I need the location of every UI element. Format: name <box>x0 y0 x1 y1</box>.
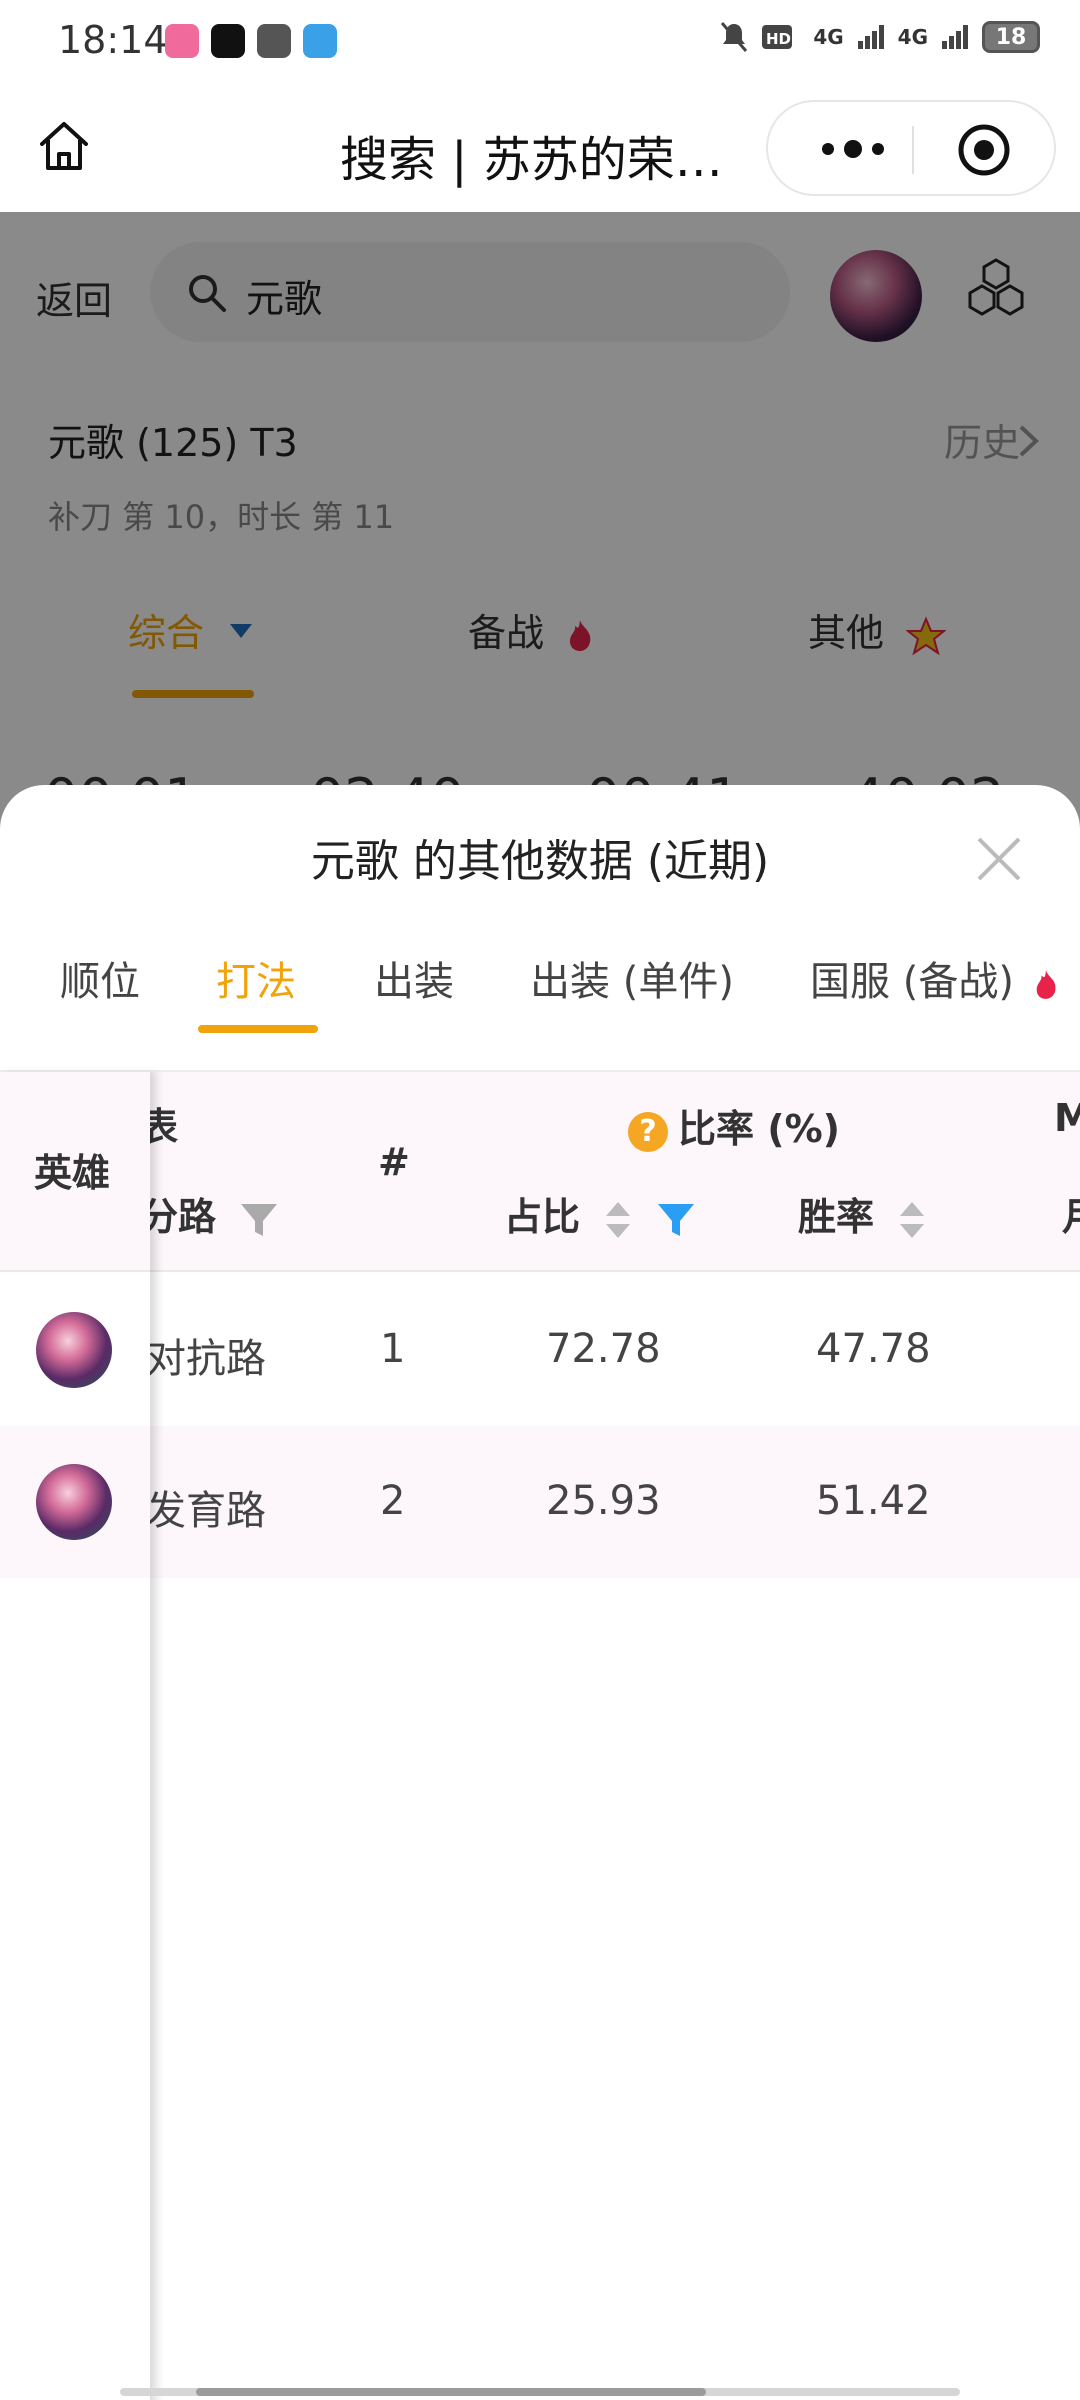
sheet-title: 元歌 的其他数据 (近期) <box>310 836 770 887</box>
filter-active-icon[interactable] <box>656 1201 696 1239</box>
frozen-row[interactable] <box>0 1274 150 1426</box>
header-winrate-label: 胜率 <box>798 1195 875 1239</box>
header-hero: 英雄 <box>34 1151 111 1195</box>
tab-build[interactable]: 出装 <box>374 949 454 1007</box>
cell-lane: 对抗路 <box>146 1336 266 1382</box>
filter-icon[interactable] <box>239 1201 279 1239</box>
signal-icon-1 <box>857 25 884 49</box>
cell-share: 25.93 <box>546 1478 661 1524</box>
cell-rank: 1 <box>380 1326 406 1372</box>
cell-rank: 2 <box>380 1478 406 1524</box>
help-icon[interactable]: ? <box>628 1111 668 1152</box>
sheet-tabs: 顺位 打法 出装 出装 (单件) 国服 (备战) <box>0 945 1080 1035</box>
frozen-row[interactable] <box>0 1426 150 1578</box>
scrollbar-thumb[interactable] <box>196 2388 706 2396</box>
active-tab-underline <box>198 1025 318 1033</box>
cell-share: 72.78 <box>546 1326 661 1372</box>
nav-bar: 搜索 | 苏苏的荣… <box>0 82 1080 212</box>
playstyle-table: 表 分路 # ?比率 (%) 占比 胜率 M 月 对抗路 1 <box>0 1070 1080 2400</box>
hd-icon: HD <box>762 25 793 49</box>
header-clipped-bottom: 月 <box>1062 1186 1080 1241</box>
battery-icon: 18 <box>982 21 1040 53</box>
app-notification-icon <box>165 24 199 58</box>
tiktok-notification-icon <box>211 24 245 58</box>
header-rate-group: ? 比率 (%) <box>628 1098 840 1153</box>
close-mini-program-icon[interactable] <box>956 122 1012 178</box>
network-label-2: 4G <box>897 25 928 49</box>
tab-national-prep-label: 国服 (备战) <box>810 959 1014 1005</box>
cell-lane: 发育路 <box>146 1488 266 1534</box>
cell-winrate: 47.78 <box>816 1326 931 1372</box>
page-title: 搜索 | 苏苏的荣… <box>340 132 723 188</box>
message-notification-icon <box>257 24 291 58</box>
tab-national-prep[interactable]: 国服 (备战) <box>810 949 1059 1007</box>
send-notification-icon <box>303 24 337 58</box>
sort-icon[interactable] <box>603 1199 633 1241</box>
tab-build-single[interactable]: 出装 (单件) <box>530 949 734 1007</box>
mini-program-capsule <box>766 100 1056 196</box>
status-bar: 18:14 HD 4G 4G 18 <box>0 0 1080 82</box>
tab-ranking[interactable]: 顺位 <box>60 949 140 1007</box>
hero-avatar <box>36 1312 112 1388</box>
network-label-1: 4G <box>813 25 844 49</box>
sort-icon[interactable] <box>897 1199 927 1241</box>
frozen-header: 英雄 <box>0 1072 150 1272</box>
hero-avatar <box>36 1464 112 1540</box>
frozen-hero-column: 英雄 <box>0 1072 150 2400</box>
more-icon[interactable] <box>808 124 898 174</box>
signal-icon-2 <box>942 25 968 49</box>
tab-playstyle[interactable]: 打法 <box>216 949 296 1007</box>
header-rank: # <box>378 1140 410 1184</box>
header-rate-label: 比率 (%) <box>678 1107 841 1151</box>
status-time: 18:14 <box>58 18 168 62</box>
notification-icons <box>165 24 337 58</box>
flame-icon <box>1036 970 1056 999</box>
svg-text:HD: HD <box>766 30 791 48</box>
home-icon[interactable] <box>34 116 94 176</box>
other-data-sheet: 元歌 的其他数据 (近期) 顺位 打法 出装 出装 (单件) 国服 (备战) 表… <box>0 785 1080 2400</box>
header-winrate[interactable]: 胜率 <box>798 1186 927 1241</box>
cell-winrate: 51.42 <box>816 1478 931 1524</box>
header-clipped-top: M <box>1054 1096 1080 1140</box>
capsule-divider <box>912 126 914 174</box>
header-share[interactable]: 占比 <box>504 1186 696 1241</box>
status-indicators: HD 4G 4G 18 <box>719 20 1040 54</box>
column-shadow <box>150 1072 164 2400</box>
mute-icon <box>721 22 748 52</box>
header-share-label: 占比 <box>504 1195 581 1239</box>
close-icon[interactable] <box>975 835 1023 883</box>
